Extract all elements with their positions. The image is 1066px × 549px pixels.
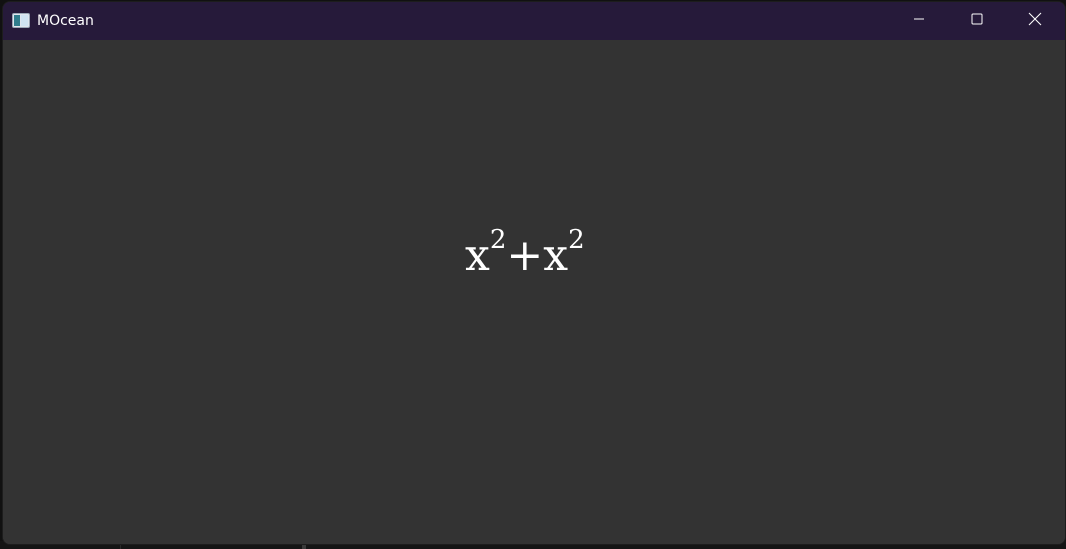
- formula-term1-exponent: 2: [489, 225, 507, 256]
- app-window-icon: [12, 13, 30, 28]
- title-bar[interactable]: MOcean: [3, 2, 1065, 40]
- formula-operator: +: [506, 230, 544, 281]
- maximize-icon: [971, 12, 983, 30]
- window-title: MOcean: [37, 13, 94, 29]
- desktop: MOcean x2+x2: [0, 0, 1066, 549]
- formula-term2-exponent: 2: [568, 225, 585, 256]
- maximize-button[interactable]: [948, 2, 1006, 40]
- formula-term2-base: x: [543, 230, 569, 281]
- minimize-icon: [913, 12, 925, 30]
- close-icon: [1028, 12, 1042, 31]
- minimize-button[interactable]: [890, 2, 948, 40]
- app-window: MOcean x2+x2: [3, 2, 1065, 544]
- math-formula: x2+x2: [465, 226, 585, 286]
- close-button[interactable]: [1006, 2, 1064, 40]
- formula-term1-base: x: [465, 230, 490, 281]
- content-area: x2+x2: [3, 40, 1065, 544]
